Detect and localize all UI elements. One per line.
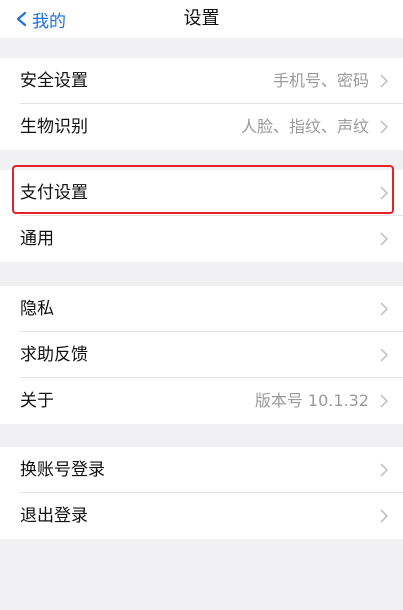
- navigation-bar: 我的 设置: [0, 0, 403, 38]
- chevron-right-icon: [380, 120, 388, 134]
- chevron-right-icon: [380, 509, 388, 523]
- row-biometrics[interactable]: 生物识别 人脸、指纹、声纹: [0, 104, 403, 150]
- row-switch-account[interactable]: 换账号登录: [0, 447, 403, 493]
- row-label: 通用: [20, 229, 54, 249]
- settings-group-info: 隐私 求助反馈 关于 版本号 10.1.32: [0, 286, 403, 424]
- row-label: 支付设置: [20, 183, 88, 203]
- page-title: 设置: [183, 8, 220, 29]
- settings-group-payment: 支付设置 通用: [0, 170, 403, 262]
- row-about[interactable]: 关于 版本号 10.1.32: [0, 378, 403, 424]
- row-detail: 人脸、指纹、声纹: [240, 117, 369, 136]
- chevron-right-icon: [380, 394, 388, 408]
- version-detail: 版本号 10.1.32: [254, 391, 369, 410]
- row-payment-settings[interactable]: 支付设置: [0, 170, 403, 216]
- settings-group-account: 安全设置 手机号、密码 生物识别 人脸、指纹、声纹: [0, 58, 403, 150]
- row-label: 换账号登录: [20, 460, 105, 480]
- row-label: 安全设置: [20, 71, 88, 91]
- row-logout[interactable]: 退出登录: [0, 493, 403, 539]
- row-label: 求助反馈: [20, 345, 88, 365]
- chevron-right-icon: [380, 232, 388, 246]
- row-label: 关于: [20, 391, 54, 411]
- settings-group-login: 换账号登录 退出登录: [0, 447, 403, 539]
- chevron-right-icon: [380, 186, 388, 200]
- chevron-right-icon: [380, 463, 388, 477]
- row-privacy[interactable]: 隐私: [0, 286, 403, 332]
- row-help-feedback[interactable]: 求助反馈: [0, 332, 403, 378]
- chevron-right-icon: [380, 348, 388, 362]
- row-label: 隐私: [20, 299, 54, 319]
- chevron-right-icon: [380, 302, 388, 316]
- row-detail: 手机号、密码: [272, 71, 369, 90]
- row-general[interactable]: 通用: [0, 216, 403, 262]
- row-security-settings[interactable]: 安全设置 手机号、密码: [0, 58, 403, 104]
- row-label: 退出登录: [20, 506, 88, 526]
- row-label: 生物识别: [20, 117, 88, 137]
- chevron-right-icon: [380, 74, 388, 88]
